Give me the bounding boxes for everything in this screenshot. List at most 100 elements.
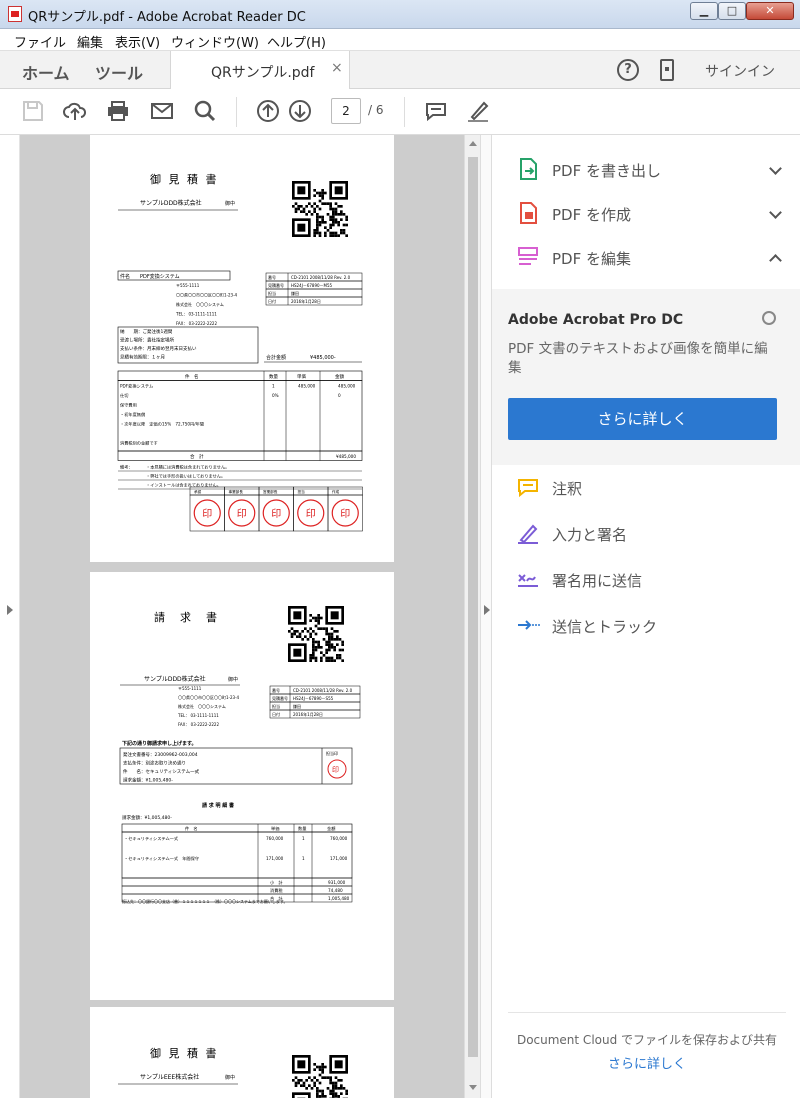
page2-addressee: サンプルDDD株式会社	[144, 675, 206, 683]
menu-help[interactable]: ヘルプ(H)	[267, 32, 326, 51]
edit-pdf-label: PDF を編集	[552, 250, 631, 268]
edit-pdf-icon	[518, 247, 538, 265]
page1-stamp-header: 営業部長	[263, 489, 278, 494]
page-total: / 6	[368, 103, 384, 117]
page2-meta-value: 2016年1月28日	[293, 711, 323, 717]
scroll-up-icon[interactable]	[469, 141, 477, 146]
highlight-pen-icon[interactable]	[466, 99, 490, 123]
next-page-icon[interactable]	[288, 99, 312, 123]
right-pane-toggle[interactable]	[480, 135, 492, 1098]
send-track-label: 送信とトラック	[552, 618, 658, 636]
close-window-button[interactable]: ✕	[746, 2, 794, 20]
page1-meta-key: 日付	[268, 298, 276, 304]
menu-file[interactable]: ファイル	[14, 32, 66, 51]
mobile-link-icon[interactable]	[660, 59, 674, 81]
page-2-content: 請 求 書 サンプルDDD株式会社 御中 〒555-1111 〇〇県〇〇市〇〇区〇…	[119, 606, 361, 904]
scroll-down-icon[interactable]	[469, 1085, 477, 1090]
page-number-input[interactable]: 2	[331, 98, 361, 124]
page1-table-header: 件 名	[185, 373, 199, 380]
page2-table-header: 金額	[327, 825, 336, 832]
cloud-upload-icon[interactable]	[63, 99, 87, 123]
comment-tool[interactable]: 注釈	[516, 473, 786, 503]
expand-left-icon[interactable]	[7, 605, 13, 615]
page1-qr-code	[292, 181, 348, 237]
signin-link[interactable]: サインイン	[705, 61, 775, 81]
fill-sign-tool[interactable]: 入力と署名	[516, 519, 786, 549]
page2-summary-label: 小 計	[270, 879, 283, 886]
chevron-up-icon[interactable]	[769, 254, 782, 267]
page2-sender-line: FAX： 03-2222-2222	[178, 722, 219, 727]
chevron-down-icon	[769, 206, 782, 219]
page1-meta-value: 鎌田	[291, 290, 299, 296]
cloud-share-icon	[762, 311, 776, 325]
page2-detail-title: 請 求 明 細 書	[202, 802, 234, 809]
page1-table-cell: ・次年度以降 定価の15% 72,750円/年間	[120, 421, 204, 428]
page2-detail-amount: 請求金額：¥1,005,480-	[122, 814, 172, 821]
send-signature-tool[interactable]: 署名用に送信	[516, 565, 786, 595]
page1-table-cell: 0%	[272, 393, 279, 398]
save-icon[interactable]	[21, 99, 45, 123]
create-pdf-item[interactable]: PDF を作成	[516, 199, 786, 229]
comment-icon[interactable]	[424, 99, 448, 123]
search-icon[interactable]	[193, 99, 217, 123]
menu-window[interactable]: ウィンドウ(W)	[171, 32, 259, 51]
print-icon[interactable]	[106, 99, 130, 123]
page1-title: 御 見 積 書	[150, 172, 219, 186]
close-tab-icon[interactable]: ×	[331, 60, 343, 76]
page1-total-value: ¥485,000-	[310, 355, 336, 361]
page1-sender-line: FAX： 03-2222-2222	[176, 321, 217, 326]
edit-pdf-item[interactable]: PDF を編集	[516, 243, 786, 273]
page1-stamp-header: 作成	[332, 489, 340, 494]
footer-learn-more-link[interactable]: さらに詳しく	[508, 1053, 786, 1072]
page1-table-cell: 485,000	[298, 384, 316, 389]
menu-edit[interactable]: 編集	[77, 32, 103, 51]
page2-stamp-char: 印	[332, 766, 339, 774]
page2-summary-value: 931,000	[328, 880, 346, 885]
menu-bar: ファイル 編集 表示(V) ウィンドウ(W) ヘルプ(H)	[0, 29, 800, 51]
toolbar-separator	[236, 97, 237, 127]
email-icon[interactable]	[150, 99, 174, 123]
pdf-page-1: 御 見 積 書 サンプルDDD株式会社 御中 件名 PDF変換システム 〒555…	[90, 135, 394, 562]
export-pdf-item[interactable]: PDF を書き出し	[516, 155, 786, 185]
page2-info-line: 発注文書番号：23009962-003,004	[123, 751, 198, 758]
page1-subject: PDF変換システム	[140, 273, 180, 280]
learn-more-button[interactable]: さらに詳しく	[508, 398, 777, 440]
collapse-right-icon[interactable]	[484, 605, 490, 615]
page1-stamp-char: 印	[202, 508, 212, 520]
minimize-button[interactable]: ▁	[690, 2, 718, 20]
scrollbar-thumb[interactable]	[468, 157, 478, 1057]
page1-meta-value: HS24J－67890－M55	[291, 283, 333, 288]
page2-table-cell: 171,000	[330, 856, 348, 861]
tab-home[interactable]: ホーム	[22, 60, 70, 84]
page1-table-header: 単価	[297, 373, 306, 380]
document-canvas[interactable]: 御 見 積 書 サンプルDDD株式会社 御中 件名 PDF変換システム 〒555…	[20, 135, 464, 1098]
vertical-scrollbar[interactable]	[464, 135, 480, 1098]
page1-meta-key: 見積番号	[268, 282, 284, 288]
page1-subtotal-value: ¥485,000	[336, 454, 356, 459]
page2-meta-key: 見積番号	[272, 695, 288, 701]
page2-table-cell: 1	[302, 836, 305, 841]
footer-text: Document Cloud でファイルを保存および共有	[516, 1033, 778, 1047]
page1-stamp-char: 印	[271, 508, 281, 520]
page1-sender-line: TEL： 03-1111-1111	[175, 312, 217, 317]
page1-notes-label: 備考：	[120, 464, 133, 471]
menu-view[interactable]: 表示(V)	[115, 32, 160, 51]
document-area: 御 見 積 書 サンプルDDD株式会社 御中 件名 PDF変換システム 〒555…	[0, 135, 480, 1098]
page2-title: 請 求 書	[154, 610, 219, 624]
page1-total-label: 合計金額	[266, 354, 286, 361]
tab-tools[interactable]: ツール	[95, 60, 143, 84]
page2-info-line: 支払条件：別途お取り決め通り	[123, 760, 186, 767]
window-title: QRサンプル.pdf - Adobe Acrobat Reader DC	[28, 10, 306, 25]
send-track-icon	[518, 620, 540, 630]
previous-page-icon[interactable]	[256, 99, 280, 123]
tab-bar: ホーム ツール QRサンプル.pdf × ? サインイン	[0, 51, 800, 90]
page2-meta-value: CD-2101 2008/11/28 Rev. 2.0	[293, 688, 353, 693]
page2-sender-line: 株式会社 〇〇〇システム	[178, 703, 226, 709]
fill-sign-label: 入力と署名	[552, 526, 628, 544]
maximize-button[interactable]: □	[718, 2, 746, 20]
tab-document[interactable]: QRサンプル.pdf ×	[170, 51, 350, 90]
send-track-tool[interactable]: 送信とトラック	[516, 611, 786, 641]
help-icon[interactable]: ?	[617, 59, 639, 81]
page2-table-cell: ・セキュリティシステム一式 年間保守	[124, 855, 199, 862]
left-panel-toggle[interactable]	[0, 135, 20, 1098]
